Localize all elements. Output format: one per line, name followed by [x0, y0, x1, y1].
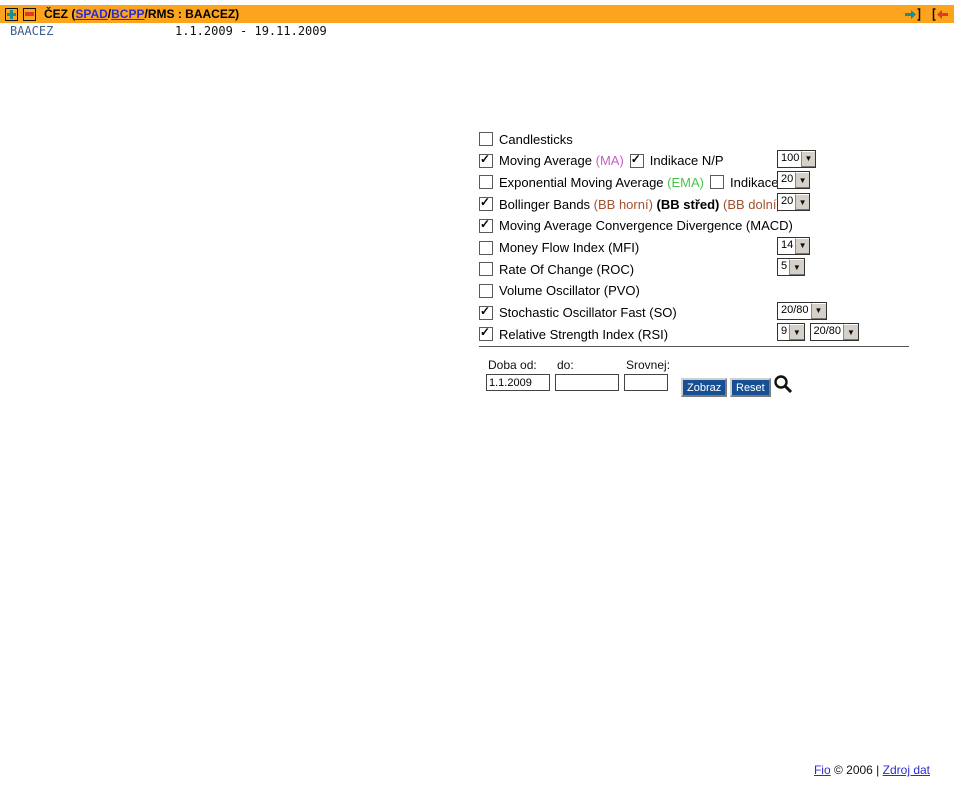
- select-value: 20: [778, 194, 795, 210]
- indicator-row-mfi: Money Flow Index (MFI)14▼: [479, 239, 639, 257]
- checkbox-so[interactable]: [479, 306, 493, 320]
- indicator-row-ma: Moving Average (MA)Indikace N/P100▼: [479, 152, 723, 170]
- checkbox-bb[interactable]: [479, 197, 493, 211]
- chevron-down-icon[interactable]: ▼: [843, 324, 858, 340]
- show-button[interactable]: Zobraz: [681, 378, 727, 397]
- checkbox-ema-indikace[interactable]: [710, 175, 724, 189]
- to-label: do:: [557, 358, 574, 372]
- select-ma[interactable]: 100▼: [777, 150, 816, 168]
- selects-so: 20/80▼: [777, 302, 827, 320]
- chevron-down-icon[interactable]: ▼: [795, 238, 809, 254]
- select-value: 100: [778, 151, 801, 167]
- select-bb[interactable]: 20▼: [777, 193, 810, 211]
- label-ma-0: Moving Average: [499, 153, 596, 168]
- selects-bb: 20▼: [777, 193, 810, 211]
- spad-link[interactable]: SPAD: [75, 7, 107, 21]
- from-label: Doba od:: [488, 358, 537, 372]
- selects-ema: 20▼: [777, 171, 810, 189]
- label-candlesticks-0: Candlesticks: [499, 132, 573, 147]
- label-ema-0: Exponential Moving Average: [499, 175, 667, 190]
- title-bar: ČEZ (SPAD/BCPP/RMS : BAACEZ): [0, 5, 954, 23]
- checkbox-ema[interactable]: [479, 175, 493, 189]
- to-input[interactable]: [555, 374, 619, 391]
- select-value: 9: [778, 324, 789, 340]
- select-value: 20/80: [811, 324, 844, 340]
- app-window: ČEZ (SPAD/BCPP/RMS : BAACEZ) BAACEZ 1.1.…: [0, 0, 954, 786]
- checkbox-mfi[interactable]: [479, 241, 493, 255]
- from-input[interactable]: [486, 374, 550, 391]
- title-prefix: ČEZ (: [44, 7, 75, 21]
- period-form: Doba od: do: Srovnej: Zobraz Reset: [479, 356, 917, 406]
- label-roc-0: Rate Of Change (ROC): [499, 262, 634, 277]
- label-so-0: Stochastic Oscillator Fast (SO): [499, 305, 677, 320]
- selects-roc: 5▼: [777, 258, 805, 276]
- arrow-right-icon[interactable]: [905, 8, 921, 21]
- window-title: ČEZ (SPAD/BCPP/RMS : BAACEZ): [44, 7, 239, 21]
- label-macd-0: Moving Average Convergence Divergence (M…: [499, 218, 793, 233]
- magnifier-icon[interactable]: [773, 374, 795, 396]
- select-value: 20/80: [778, 303, 811, 319]
- chevron-down-icon[interactable]: ▼: [795, 194, 809, 210]
- compare-label: Srovnej:: [626, 358, 670, 372]
- indicator-row-candlesticks: Candlesticks: [479, 130, 573, 148]
- select-roc[interactable]: 5▼: [777, 258, 805, 276]
- footer-copyright: © 2006 |: [831, 763, 883, 777]
- select-so[interactable]: 20/80▼: [777, 302, 827, 320]
- selects-rsi: 9▼20/80▼: [777, 323, 859, 341]
- checkbox-ma-indikace[interactable]: [630, 154, 644, 168]
- selects-mfi: 14▼: [777, 237, 810, 255]
- select-value: 14: [778, 238, 795, 254]
- fio-link[interactable]: Fio: [814, 763, 831, 777]
- chevron-down-icon[interactable]: ▼: [789, 259, 803, 275]
- selects-ma: 100▼: [777, 150, 816, 168]
- label-bb-1: (BB horní): [594, 197, 653, 212]
- select-rsi[interactable]: 9▼: [777, 323, 805, 341]
- label-mfi-0: Money Flow Index (MFI): [499, 240, 639, 255]
- checkbox-rsi[interactable]: [479, 327, 493, 341]
- indicator-row-ema: Exponential Moving Average (EMA)Indikace…: [479, 173, 804, 191]
- label-rsi-0: Relative Strength Index (RSI): [499, 327, 668, 342]
- select-ema[interactable]: 20▼: [777, 171, 810, 189]
- label-bb-5: (BB dolní): [723, 197, 781, 212]
- ticker-symbol: BAACEZ: [10, 24, 53, 38]
- indicator-row-roc: Rate Of Change (ROC)5▼: [479, 260, 634, 278]
- select-mfi[interactable]: 14▼: [777, 237, 810, 255]
- indicator-row-bb: Bollinger Bands (BB horní) (BB střed) (B…: [479, 195, 781, 213]
- chevron-down-icon[interactable]: ▼: [801, 151, 814, 167]
- checkbox-pvo[interactable]: [479, 284, 493, 298]
- label-bb-0: Bollinger Bands: [499, 197, 594, 212]
- select-rsi-1[interactable]: 20/80▼: [810, 323, 860, 341]
- chevron-down-icon[interactable]: ▼: [789, 324, 803, 340]
- indicator-row-pvo: Volume Oscillator (PVO): [479, 282, 640, 300]
- reset-button[interactable]: Reset: [730, 378, 771, 397]
- checkbox-ma[interactable]: [479, 154, 493, 168]
- arrow-left-icon[interactable]: [932, 8, 948, 21]
- indicator-row-so: Stochastic Oscillator Fast (SO)20/80▼: [479, 304, 677, 322]
- data-source-link[interactable]: Zdroj dat: [883, 763, 930, 777]
- checkbox-roc[interactable]: [479, 262, 493, 276]
- label-bb-3: (BB střed): [657, 197, 720, 212]
- checkbox-candlesticks[interactable]: [479, 132, 493, 146]
- label-ema-1: (EMA): [667, 175, 704, 190]
- label-ma-1: (MA): [596, 153, 624, 168]
- select-value: 20: [778, 172, 795, 188]
- title-suffix: /RMS : BAACEZ): [144, 7, 239, 21]
- chevron-down-icon[interactable]: ▼: [811, 303, 826, 319]
- bcpp-link[interactable]: BCPP: [111, 7, 144, 21]
- label-pvo-0: Volume Oscillator (PVO): [499, 283, 640, 298]
- footer: Fio © 2006 | Zdroj dat: [814, 763, 930, 777]
- indicator-row-macd: Moving Average Convergence Divergence (M…: [479, 217, 793, 235]
- indicator-row-rsi: Relative Strength Index (RSI)9▼20/80▼: [479, 325, 668, 343]
- controls-divider: [479, 346, 909, 347]
- label-ma-indikace: Indikace N/P: [650, 153, 724, 168]
- minus-icon[interactable]: [23, 8, 36, 21]
- compare-input[interactable]: [624, 374, 668, 391]
- plus-icon[interactable]: [5, 8, 18, 21]
- checkbox-macd[interactable]: [479, 219, 493, 233]
- date-range: 1.1.2009 - 19.11.2009: [175, 24, 327, 38]
- chevron-down-icon[interactable]: ▼: [795, 172, 809, 188]
- select-value: 5: [778, 259, 789, 275]
